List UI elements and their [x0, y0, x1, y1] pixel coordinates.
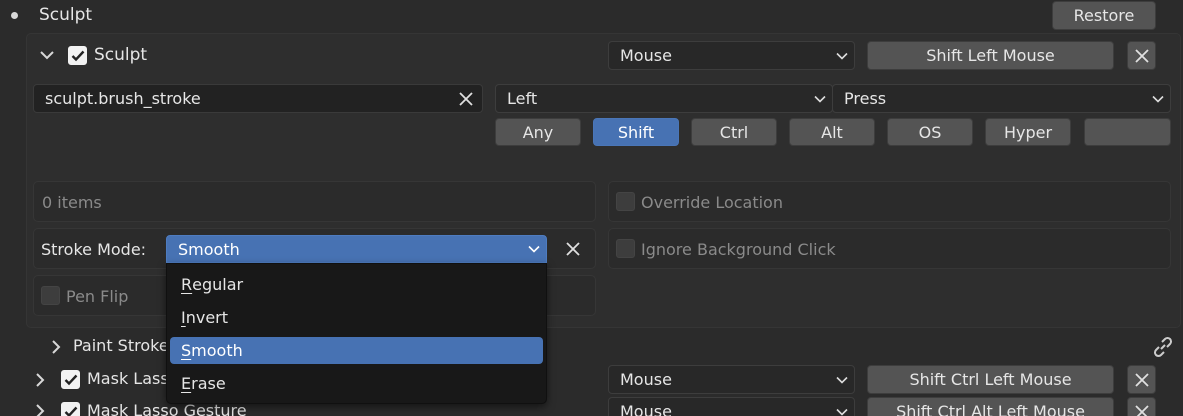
menu-item-erase[interactable]: Erase [170, 370, 543, 397]
bullet-icon [11, 12, 18, 19]
chevron-right-icon[interactable] [50, 339, 62, 355]
stroke-mode-value: Smooth [178, 240, 240, 259]
menu-item-label: egular [192, 274, 244, 294]
chevron-right-icon[interactable] [34, 403, 46, 416]
keymap-item-name: Sculpt [94, 45, 148, 65]
mask-lasso-input-type-select[interactable]: Mouse [608, 365, 855, 394]
operator-value: sculpt.brush_stroke [45, 89, 201, 108]
menu-item-mnemonic: R [181, 274, 193, 294]
mask-lasso-gesture-remove-button[interactable] [1127, 397, 1156, 416]
event-action: Press [844, 88, 887, 108]
link-icon[interactable] [1151, 335, 1175, 359]
menu-item-regular[interactable]: Regular [170, 271, 543, 298]
chevron-down-icon [836, 376, 848, 384]
mask-lasso-gesture-key-button[interactable]: Shift Ctrl Alt Left Mouse [867, 397, 1114, 416]
mask-lasso-key-button[interactable]: Shift Ctrl Left Mouse [867, 365, 1114, 394]
pen-flip-checkbox[interactable] [41, 286, 60, 305]
key-capture-button[interactable]: Shift Left Mouse [867, 41, 1114, 70]
mask-lasso-name: Mask Lasso [87, 369, 179, 388]
mask-lasso-enabled-checkbox[interactable] [61, 370, 80, 389]
modifier-hyper-button[interactable]: Hyper [985, 118, 1071, 146]
menu-item-mnemonic: E [181, 373, 192, 393]
mask-lasso-gesture-input-type: Mouse [620, 401, 672, 416]
stroke-mode-dropdown-menu: Regular Invert Smooth Erase [166, 263, 547, 404]
menu-item-invert[interactable]: Invert [170, 304, 543, 331]
chevron-down-icon [528, 245, 540, 253]
mask-lasso-gesture-enabled-checkbox[interactable] [61, 402, 80, 416]
modifier-os-button[interactable]: OS [887, 118, 973, 146]
chevron-down-icon [836, 408, 848, 416]
close-icon [1134, 48, 1149, 63]
modifier-alt-button[interactable]: Alt [789, 118, 875, 146]
input-type-value: Mouse [620, 45, 672, 65]
pen-flip-label: Pen Flip [66, 287, 129, 306]
menu-item-mnemonic: S [181, 340, 192, 360]
mask-lasso-input-type: Mouse [620, 369, 672, 389]
modifier-any-button[interactable]: Any [495, 118, 581, 146]
event-value: Left [507, 88, 538, 108]
override-location-box: Override Location [608, 181, 1171, 222]
items-box: 0 items [33, 181, 596, 222]
close-icon[interactable] [459, 92, 473, 106]
modifier-shift-button[interactable]: Shift [593, 118, 679, 146]
modifier-ctrl-button[interactable]: Ctrl [691, 118, 777, 146]
event-value-select[interactable]: Left [495, 84, 833, 113]
event-action-select[interactable]: Press [832, 84, 1171, 113]
menu-item-label: mooth [191, 340, 243, 360]
ignore-background-box: Ignore Background Click [608, 228, 1171, 269]
section-title: Sculpt [39, 5, 93, 25]
paint-stroke-label: Paint Stroke [73, 336, 169, 355]
chevron-down-icon [814, 95, 826, 103]
override-location-label: Override Location [641, 193, 783, 212]
operator-field[interactable]: sculpt.brush_stroke [33, 84, 483, 113]
remove-item-button[interactable] [1127, 41, 1156, 70]
chevron-down-icon [836, 52, 848, 60]
input-type-select[interactable]: Mouse [608, 41, 855, 70]
items-count: 0 items [42, 193, 102, 212]
stroke-mode-select[interactable]: Smooth [166, 235, 547, 263]
override-location-checkbox[interactable] [616, 192, 635, 211]
chevron-right-icon[interactable] [34, 372, 46, 388]
mask-lasso-gesture-name: Mask Lasso Gesture [87, 401, 247, 416]
keymap-item-enabled-checkbox[interactable] [68, 46, 87, 65]
close-icon[interactable] [566, 242, 580, 256]
menu-item-label: rase [191, 373, 226, 393]
stroke-mode-label: Stroke Mode: [41, 240, 147, 259]
key-modifier-button[interactable] [1084, 118, 1171, 146]
menu-item-label: nvert [185, 307, 229, 327]
chevron-down-icon[interactable] [39, 49, 55, 61]
restore-button[interactable]: Restore [1052, 1, 1156, 30]
mask-lasso-remove-button[interactable] [1127, 365, 1156, 394]
menu-item-smooth[interactable]: Smooth [170, 337, 543, 364]
ignore-background-click-checkbox[interactable] [616, 239, 635, 258]
chevron-down-icon [1152, 95, 1164, 103]
mask-lasso-gesture-input-type-select[interactable]: Mouse [608, 397, 855, 416]
ignore-background-click-label: Ignore Background Click [641, 240, 836, 259]
close-icon [1134, 372, 1149, 387]
close-icon [1134, 404, 1149, 416]
